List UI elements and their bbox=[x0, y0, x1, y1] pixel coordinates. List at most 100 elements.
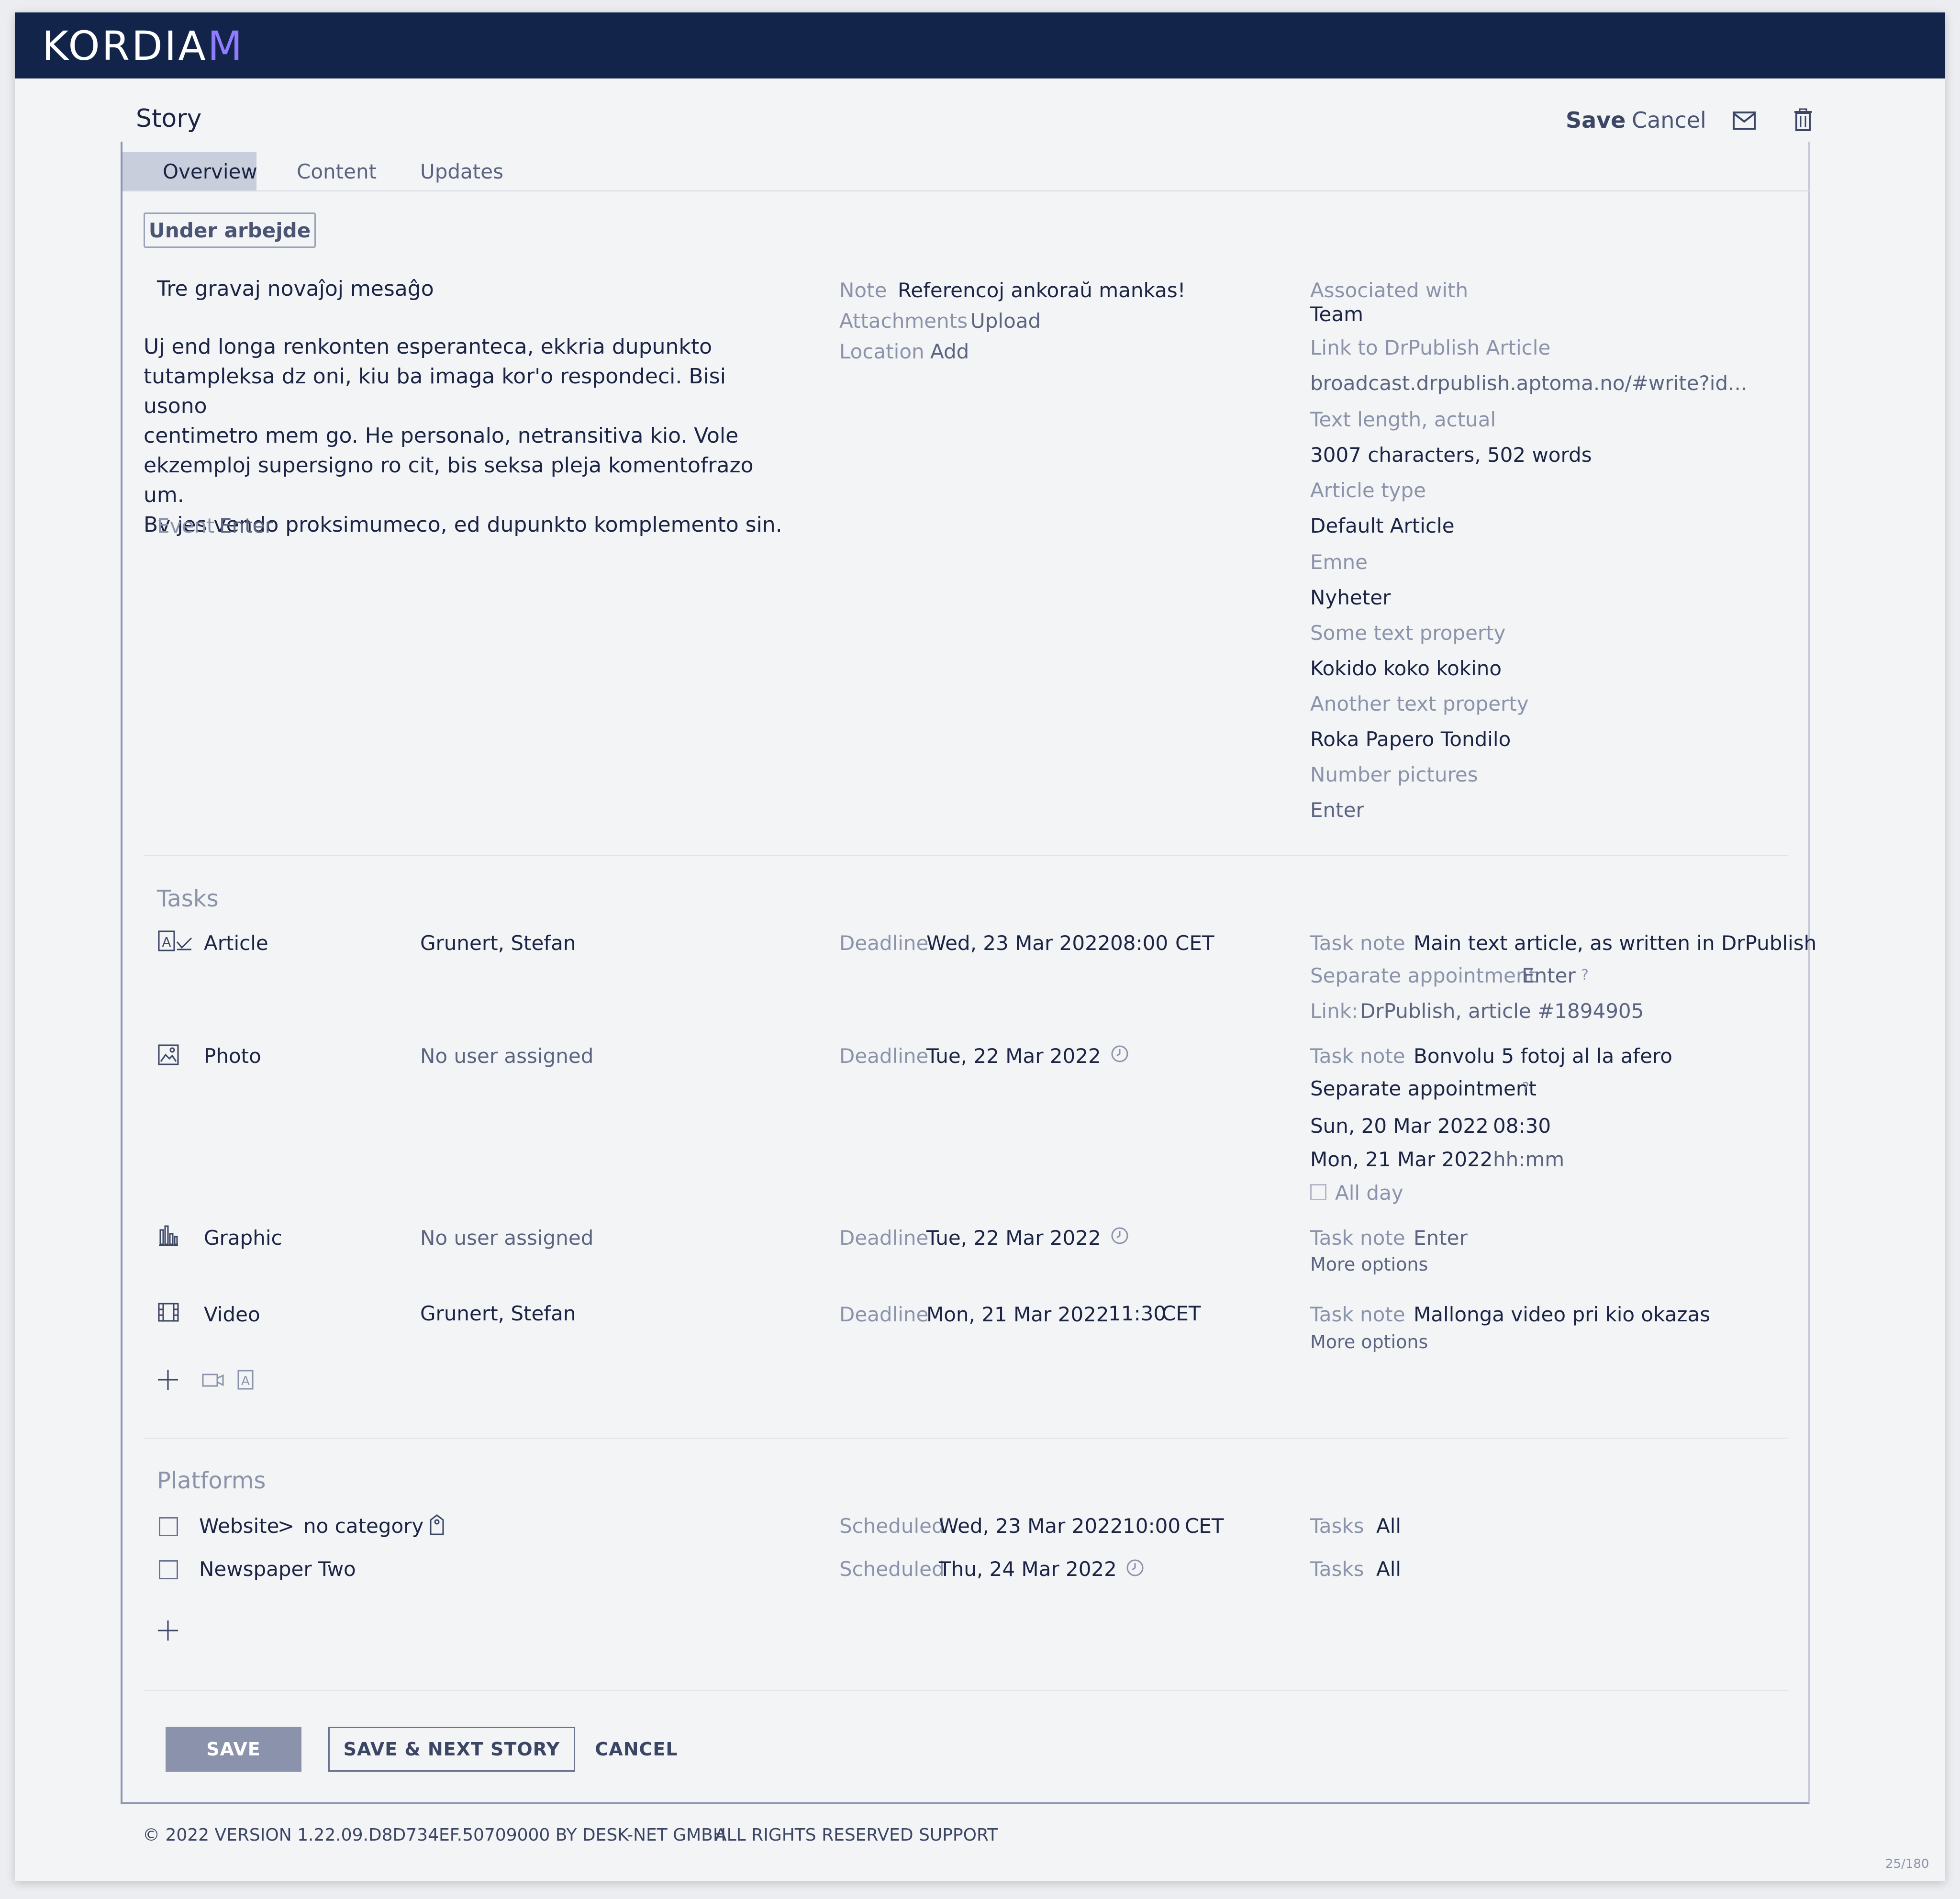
platform-checkbox[interactable] bbox=[159, 1517, 178, 1536]
deadline-date[interactable]: Wed, 23 Mar 2022 bbox=[926, 931, 1111, 955]
number-pictures-input[interactable]: Enter bbox=[1310, 798, 1364, 822]
deadline-timezone: CET bbox=[1162, 1302, 1201, 1325]
property-value: 3007 characters, 502 words bbox=[1310, 443, 1592, 467]
property-value[interactable]: Nyheter bbox=[1310, 586, 1391, 609]
help-icon[interactable]: ? bbox=[1581, 967, 1589, 983]
deadline-label: Deadline bbox=[839, 1303, 929, 1326]
platform-tasks-value[interactable]: All bbox=[1376, 1514, 1401, 1538]
platform-tasks-label: Tasks bbox=[1310, 1557, 1364, 1581]
property-value[interactable]: Default Article bbox=[1310, 514, 1455, 537]
top-bar: KORDIAM bbox=[15, 12, 1945, 78]
mail-icon[interactable] bbox=[1732, 111, 1756, 130]
deadline-date[interactable]: Tue, 22 Mar 2022 bbox=[926, 1226, 1101, 1250]
platform-separator: > bbox=[278, 1514, 295, 1538]
header-cancel-button[interactable]: Cancel bbox=[1632, 107, 1706, 133]
clock-icon[interactable] bbox=[1110, 1044, 1129, 1063]
platform-name[interactable]: Website bbox=[199, 1514, 279, 1538]
appointment-start-date[interactable]: Sun, 20 Mar 2022 bbox=[1310, 1114, 1489, 1138]
all-day-checkbox[interactable] bbox=[1310, 1184, 1326, 1200]
task-note-value[interactable]: Bonvolu 5 fotoj al la afero bbox=[1414, 1044, 1672, 1068]
task-link-value[interactable]: DrPublish, article #1894905 bbox=[1360, 999, 1644, 1023]
task-note-label: Task note bbox=[1310, 1226, 1405, 1250]
header-save-button[interactable]: Save bbox=[1566, 107, 1626, 133]
property-value[interactable]: Kokido koko kokino bbox=[1310, 657, 1502, 680]
task-type[interactable]: Photo bbox=[204, 1044, 261, 1068]
tag-icon[interactable] bbox=[429, 1514, 445, 1536]
story-headline[interactable]: Tre gravaj novaĵoj mesaĝo bbox=[157, 277, 434, 301]
drpublish-link[interactable]: broadcast.drpublish.aptoma.no/#write?id.… bbox=[1310, 371, 1747, 395]
kordiam-logo[interactable]: KORDIAM bbox=[42, 26, 244, 66]
separate-appointment-label: Separate appointment bbox=[1310, 964, 1537, 987]
task-assignee[interactable]: Grunert, Stefan bbox=[420, 931, 576, 955]
upload-link[interactable]: Upload bbox=[970, 309, 1041, 333]
add-article-task-icon[interactable]: A bbox=[237, 1370, 254, 1390]
add-platform-icon[interactable] bbox=[157, 1620, 179, 1642]
graphic-task-icon bbox=[158, 1225, 179, 1246]
save-button[interactable]: SAVE bbox=[166, 1727, 301, 1772]
deadline-time[interactable]: 08:00 bbox=[1110, 931, 1168, 955]
task-type[interactable]: Article bbox=[204, 931, 268, 955]
scheduled-time[interactable]: 10:00 bbox=[1123, 1514, 1180, 1538]
status-button[interactable]: Under arbejde bbox=[144, 212, 316, 248]
separate-appointment-input[interactable]: Enter bbox=[1522, 964, 1576, 987]
task-note-value[interactable]: Mallonga video pri kio okazas bbox=[1414, 1303, 1710, 1326]
deadline-label: Deadline bbox=[839, 1226, 929, 1250]
deadline-time[interactable]: 11:30 bbox=[1108, 1302, 1166, 1325]
platform-category[interactable]: no category bbox=[303, 1514, 423, 1538]
trash-icon[interactable] bbox=[1793, 108, 1813, 132]
note-value[interactable]: Referencoj ankoraŭ mankas! bbox=[898, 279, 1186, 302]
clock-icon[interactable] bbox=[1125, 1558, 1145, 1577]
deadline-timezone: CET bbox=[1175, 931, 1214, 955]
story-body-line: ekzemploj supersigno ro cit, bis seksa p… bbox=[144, 453, 754, 507]
attachments-label: Attachments bbox=[839, 309, 968, 333]
location-add-link[interactable]: Add bbox=[930, 340, 969, 363]
platform-tasks-value[interactable]: All bbox=[1376, 1557, 1401, 1581]
tab-content[interactable]: Content bbox=[297, 160, 377, 183]
platform-checkbox[interactable] bbox=[159, 1560, 178, 1579]
section-divider bbox=[144, 855, 1788, 856]
property-label: Number pictures bbox=[1310, 763, 1478, 786]
story-body[interactable]: Uj end longa renkonten esperanteca, ekkr… bbox=[144, 332, 790, 540]
separate-appointment-title: Separate appointment bbox=[1310, 1077, 1537, 1100]
task-type[interactable]: Video bbox=[204, 1303, 260, 1326]
task-note-input[interactable]: Enter bbox=[1414, 1226, 1468, 1250]
add-video-task-icon[interactable] bbox=[202, 1373, 224, 1388]
task-type[interactable]: Graphic bbox=[204, 1226, 282, 1250]
task-note-value[interactable]: Main text article, as written in DrPubli… bbox=[1414, 931, 1816, 955]
story-body-line: centimetro mem go. He personalo, netrans… bbox=[144, 424, 739, 448]
tab-updates[interactable]: Updates bbox=[420, 160, 503, 183]
appointment-end-time[interactable]: hh:mm bbox=[1493, 1148, 1564, 1171]
more-options-link[interactable]: More options bbox=[1310, 1331, 1428, 1352]
scheduled-timezone: CET bbox=[1185, 1514, 1224, 1538]
appointment-end-date[interactable]: Mon, 21 Mar 2022 bbox=[1310, 1148, 1493, 1171]
platform-name[interactable]: Newspaper Two bbox=[199, 1557, 356, 1581]
save-next-story-button[interactable]: SAVE & NEXT STORY bbox=[328, 1727, 575, 1772]
cancel-button[interactable]: CANCEL bbox=[589, 1727, 684, 1772]
scheduled-date[interactable]: Wed, 23 Mar 2022 bbox=[939, 1514, 1123, 1538]
clock-icon[interactable] bbox=[1110, 1226, 1129, 1245]
article-task-icon: A bbox=[158, 930, 192, 951]
event-input[interactable]: Enter bbox=[219, 514, 273, 537]
add-task-icon[interactable] bbox=[157, 1369, 179, 1391]
footer-copyright: © 2022 VERSION 1.22.09.D8D734EF.50709000… bbox=[143, 1825, 726, 1845]
scheduled-date[interactable]: Thu, 24 Mar 2022 bbox=[939, 1557, 1117, 1581]
more-options-link[interactable]: More options bbox=[1310, 1254, 1428, 1275]
help-icon[interactable]: ? bbox=[1522, 1080, 1529, 1096]
appointment-start-time[interactable]: 08:30 bbox=[1493, 1114, 1551, 1138]
property-value[interactable]: Team bbox=[1310, 302, 1363, 326]
tab-overview[interactable]: Overview bbox=[163, 160, 257, 183]
platforms-heading: Platforms bbox=[157, 1467, 266, 1494]
task-assignee[interactable]: Grunert, Stefan bbox=[420, 1302, 576, 1325]
video-task-icon bbox=[158, 1303, 179, 1322]
task-note-label: Task note bbox=[1310, 931, 1405, 955]
task-assignee[interactable]: No user assigned bbox=[420, 1226, 593, 1250]
property-label: Link to DrPublish Article bbox=[1310, 336, 1551, 359]
story-body-line: tutampleksa dz oni, kiu ba imaga kor'o r… bbox=[144, 364, 726, 418]
deadline-date[interactable]: Tue, 22 Mar 2022 bbox=[926, 1044, 1101, 1068]
footer-support-link[interactable]: SUPPORT bbox=[919, 1825, 998, 1845]
scheduled-label: Scheduled bbox=[839, 1557, 945, 1581]
deadline-date[interactable]: Mon, 21 Mar 2022 bbox=[926, 1303, 1109, 1326]
property-value[interactable]: Roka Papero Tondilo bbox=[1310, 727, 1511, 751]
task-assignee[interactable]: No user assigned bbox=[420, 1044, 593, 1068]
photo-task-icon bbox=[158, 1044, 179, 1065]
